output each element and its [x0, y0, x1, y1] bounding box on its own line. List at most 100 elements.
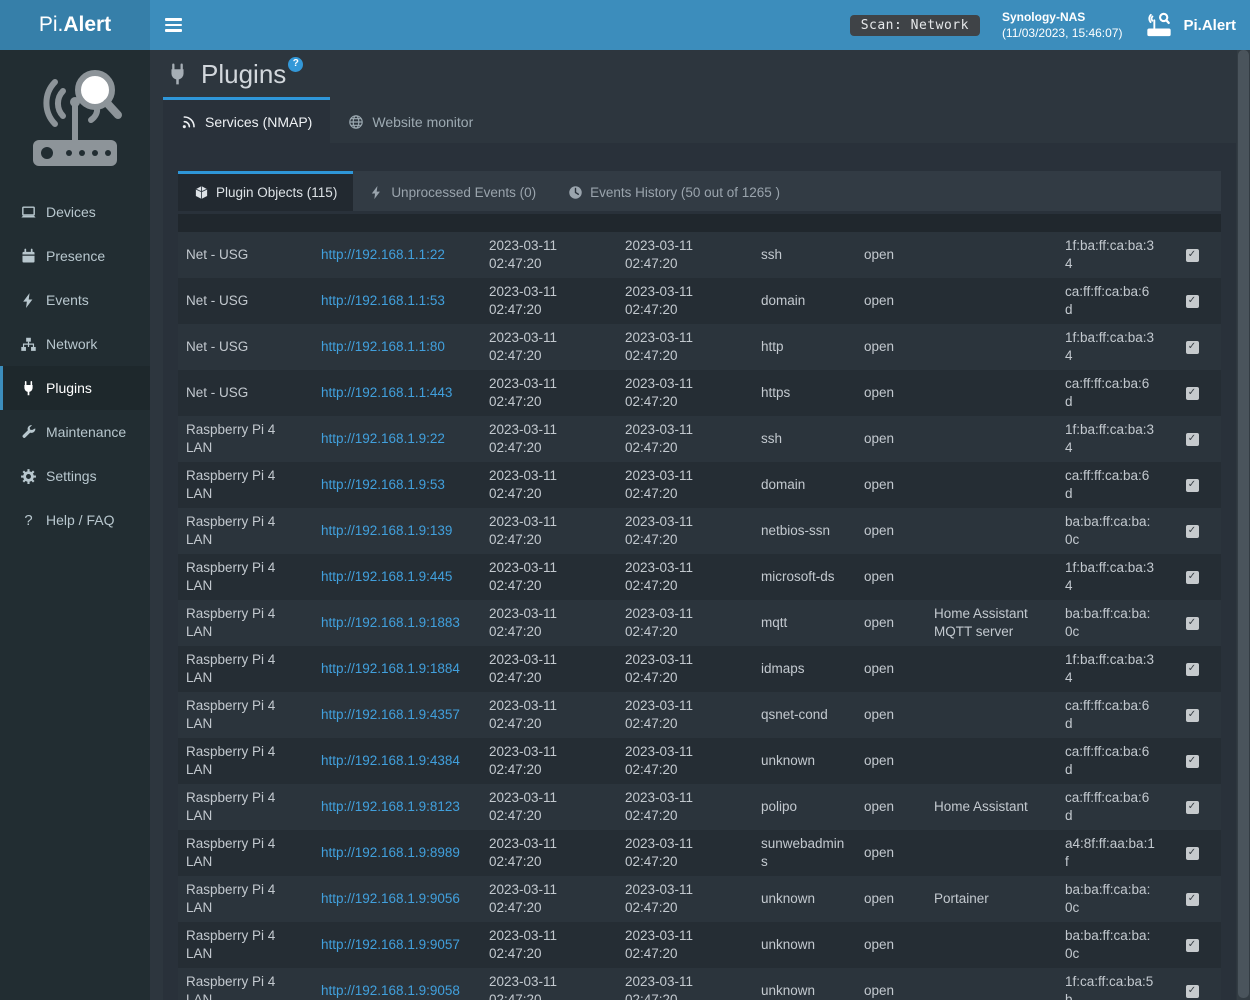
brand-logo[interactable]: Pi.Alert — [0, 0, 150, 50]
changed-cell: 2023-03-11 02:47:20 — [617, 370, 753, 416]
status-checkbox[interactable]: ✓ — [1186, 571, 1199, 584]
ip-port-link[interactable]: http://192.168.1.1:53 — [321, 293, 445, 308]
device-name-cell: Raspberry Pi 4 LAN — [178, 922, 313, 968]
hamburger-icon[interactable] — [150, 0, 197, 50]
device-name-cell: Raspberry Pi 4 LAN — [178, 600, 313, 646]
column-header-state[interactable] — [856, 214, 926, 232]
sidebar-item-network[interactable]: Network — [0, 322, 150, 366]
help-badge[interactable]: ? — [288, 57, 303, 72]
status-checkbox[interactable]: ✓ — [1186, 893, 1199, 906]
ip-port-link[interactable]: http://192.168.1.9:445 — [321, 569, 452, 584]
ip-port-link[interactable]: http://192.168.1.9:53 — [321, 477, 445, 492]
device-name-cell: Raspberry Pi 4 LAN — [178, 554, 313, 600]
laptop-icon — [20, 204, 37, 221]
navbar-app-brand[interactable]: Pi.Alert — [1144, 11, 1236, 39]
status-checkbox[interactable]: ✓ — [1186, 433, 1199, 446]
subtab-events-history-50-out-of-1265[interactable]: Events History (50 out of 1265 ) — [552, 171, 796, 211]
service-cell: polipo — [753, 784, 856, 830]
device-name-cell: Raspberry Pi 4 LAN — [178, 876, 313, 922]
tab-website-monitor[interactable]: Website monitor — [330, 97, 491, 143]
changed-cell: 2023-03-11 02:47:20 — [617, 324, 753, 370]
service-cell: netbios-ssn — [753, 508, 856, 554]
sidebar-item-plugins[interactable]: Plugins — [0, 366, 150, 410]
ip-port-link[interactable]: http://192.168.1.9:4357 — [321, 707, 460, 722]
status-checkbox[interactable]: ✓ — [1186, 663, 1199, 676]
plug-icon — [20, 380, 37, 397]
ip-port-link[interactable]: http://192.168.1.9:1883 — [321, 615, 460, 630]
extra-cell: Home Assistant — [926, 784, 1057, 830]
status-checkbox[interactable]: ✓ — [1186, 525, 1199, 538]
ip-port-link[interactable]: http://192.168.1.9:9058 — [321, 983, 460, 998]
sidebar-item-help-faq[interactable]: ? Help / FAQ — [0, 498, 150, 542]
ip-port-link[interactable]: http://192.168.1.9:9056 — [321, 891, 460, 906]
tab-services-nmap[interactable]: Services (NMAP) — [163, 97, 330, 143]
question-icon: ? — [20, 512, 37, 529]
column-header-ip-and-port[interactable] — [313, 214, 481, 232]
column-header-device-name[interactable] — [178, 214, 313, 232]
status-checkbox[interactable]: ✓ — [1186, 249, 1199, 262]
status-checkbox[interactable]: ✓ — [1186, 709, 1199, 722]
ip-port-link[interactable]: http://192.168.1.9:4384 — [321, 753, 460, 768]
column-header-service[interactable] — [753, 214, 856, 232]
created-cell: 2023-03-11 02:47:20 — [481, 324, 617, 370]
status-checkbox[interactable]: ✓ — [1186, 341, 1199, 354]
status-checkbox[interactable]: ✓ — [1186, 295, 1199, 308]
status-checkbox[interactable]: ✓ — [1186, 985, 1199, 998]
status-checkbox[interactable]: ✓ — [1186, 387, 1199, 400]
created-cell: 2023-03-11 02:47:20 — [481, 232, 617, 278]
gear-icon — [20, 468, 37, 485]
ip-port-link[interactable]: http://192.168.1.9:9057 — [321, 937, 460, 952]
column-header-changed[interactable] — [617, 214, 753, 232]
device-name-cell: Raspberry Pi 4 LAN — [178, 830, 313, 876]
ip-port-link[interactable]: http://192.168.1.1:22 — [321, 247, 445, 262]
service-cell: sunwebadmins — [753, 830, 856, 876]
device-name-cell: Raspberry Pi 4 LAN — [178, 784, 313, 830]
changed-cell: 2023-03-11 02:47:20 — [617, 600, 753, 646]
sidebar-item-maintenance[interactable]: Maintenance — [0, 410, 150, 454]
status-checkbox[interactable]: ✓ — [1186, 801, 1199, 814]
ip-port-link[interactable]: http://192.168.1.9:8989 — [321, 845, 460, 860]
column-header-status[interactable] — [1163, 214, 1221, 232]
ip-port-link[interactable]: http://192.168.1.9:139 — [321, 523, 452, 538]
ip-port-link[interactable]: http://192.168.1.1:80 — [321, 339, 445, 354]
sidebar-item-settings[interactable]: Settings — [0, 454, 150, 498]
table-row-raspberry-pi-4-lan: Raspberry Pi 4 LAN http://192.168.1.9:43… — [178, 738, 1221, 784]
sidebar-item-events[interactable]: Events — [0, 278, 150, 322]
state-cell: open — [856, 692, 926, 738]
host-timestamp: (11/03/2023, 15:46:07) — [1002, 25, 1123, 41]
ip-port-link[interactable]: http://192.168.1.9:1884 — [321, 661, 460, 676]
scrollbar-thumb[interactable] — [1238, 50, 1249, 998]
status-checkbox[interactable]: ✓ — [1186, 847, 1199, 860]
table-row-raspberry-pi-4-lan: Raspberry Pi 4 LAN http://192.168.1.9:43… — [178, 692, 1221, 738]
subtab-plugin-objects-115[interactable]: Plugin Objects (115) — [178, 171, 353, 211]
extra-cell — [926, 922, 1057, 968]
subtab-unprocessed-events-0[interactable]: Unprocessed Events (0) — [353, 171, 552, 211]
created-cell: 2023-03-11 02:47:20 — [481, 370, 617, 416]
table-header-row — [178, 214, 1221, 232]
column-header-created[interactable] — [481, 214, 617, 232]
column-header-mac[interactable] — [1057, 214, 1163, 232]
status-checkbox[interactable]: ✓ — [1186, 617, 1199, 630]
bolt-icon — [20, 292, 37, 309]
status-checkbox[interactable]: ✓ — [1186, 755, 1199, 768]
state-cell: open — [856, 370, 926, 416]
sidebar-item-label: Devices — [46, 204, 96, 220]
sidebar-item-devices[interactable]: Devices — [0, 190, 150, 234]
ip-port-cell: http://192.168.1.1:80 — [313, 324, 481, 370]
column-header-extra[interactable] — [926, 214, 1057, 232]
status-checkbox[interactable]: ✓ — [1186, 939, 1199, 952]
ip-port-link[interactable]: http://192.168.1.1:443 — [321, 385, 452, 400]
table-row-raspberry-pi-4-lan: Raspberry Pi 4 LAN http://192.168.1.9:44… — [178, 554, 1221, 600]
service-cell: qsnet-cond — [753, 692, 856, 738]
subtab-label: Unprocessed Events (0) — [391, 185, 536, 200]
clock-icon — [568, 185, 583, 200]
service-cell: mqtt — [753, 600, 856, 646]
sidebar-item-presence[interactable]: Presence — [0, 234, 150, 278]
status-checkbox[interactable]: ✓ — [1186, 479, 1199, 492]
state-cell: open — [856, 784, 926, 830]
table-row-raspberry-pi-4-lan: Raspberry Pi 4 LAN http://192.168.1.9:81… — [178, 784, 1221, 830]
ip-port-link[interactable]: http://192.168.1.9:8123 — [321, 799, 460, 814]
status-cell: ✓ — [1163, 278, 1221, 324]
ip-port-link[interactable]: http://192.168.1.9:22 — [321, 431, 445, 446]
state-cell: open — [856, 968, 926, 1000]
